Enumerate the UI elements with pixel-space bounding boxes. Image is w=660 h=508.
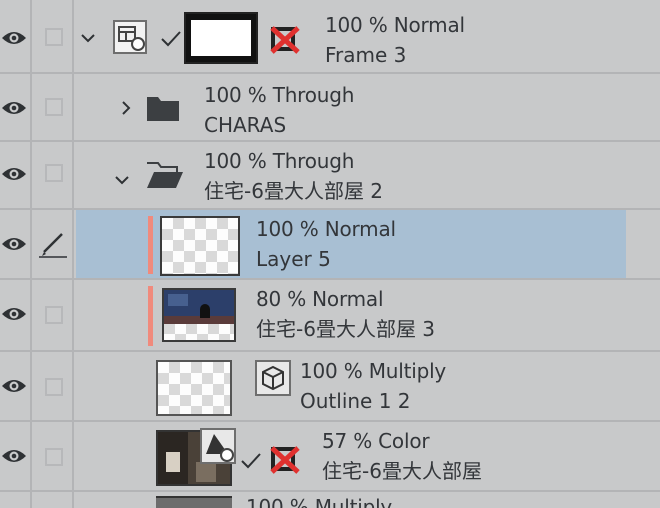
chevron-down-icon[interactable]: [114, 172, 130, 188]
eye-icon[interactable]: [0, 164, 28, 184]
pen-icon: [39, 233, 67, 258]
blend-mode-label: 80 % Normal: [256, 287, 384, 311]
layer-lock-checkbox[interactable]: [45, 164, 63, 182]
layer-text: 100 % Multiply Outline 1 2: [300, 356, 446, 416]
folder-open-icon: [147, 162, 183, 188]
blend-mode-label: 100 % Multiply: [300, 359, 447, 383]
blend-mode-label: 100 % Normal: [256, 217, 396, 241]
layer-text: 100 % Through CHARAS: [204, 80, 354, 140]
layer-name: 住宅-6畳大人部屋: [322, 459, 482, 483]
layer-lock-checkbox[interactable]: [45, 448, 63, 466]
layer-panel: 100 % Normal Frame 3 100 % Through CHARA…: [0, 0, 660, 508]
layer-row-folder-open[interactable]: 100 % Through 住宅-6畳大人部屋 2: [0, 142, 660, 210]
mask-disabled-icon[interactable]: [268, 444, 302, 476]
layer-row-partial[interactable]: 100 % Multiply: [0, 492, 660, 508]
3d-layer-icon: [200, 428, 236, 464]
layer-row-room-3[interactable]: 80 % Normal 住宅-6畳大人部屋 3: [0, 280, 660, 352]
layer-thumbnail: [162, 288, 236, 342]
blend-mode-label: 100 % Normal: [325, 13, 465, 37]
eye-icon[interactable]: [0, 98, 28, 118]
eye-icon[interactable]: [0, 446, 28, 466]
layer-text: 100 % Multiply: [246, 492, 392, 508]
layer-name: 住宅-6畳大人部屋 2: [204, 179, 384, 203]
layer-text: 100 % Through 住宅-6畳大人部屋 2: [204, 146, 383, 206]
layer-lock-checkbox[interactable]: [45, 98, 63, 116]
chevron-right-icon[interactable]: [118, 100, 134, 116]
layer-name: Layer 5: [256, 247, 331, 271]
layer-row-charas[interactable]: 100 % Through CHARAS: [0, 74, 660, 142]
layer-name: Frame 3: [325, 43, 407, 67]
checkmark-icon: [161, 31, 181, 47]
blend-mode-label: 100 % Through: [204, 149, 355, 173]
lock-column: [32, 492, 74, 508]
layer-lock-checkbox[interactable]: [45, 306, 63, 324]
visibility-column: [0, 492, 32, 508]
layer-text: 100 % Normal Layer 5: [256, 214, 396, 274]
layer-lock-checkbox[interactable]: [45, 28, 63, 46]
layer-thumbnail: [160, 216, 240, 276]
chevron-down-icon[interactable]: [80, 30, 96, 46]
folder-icon: [147, 97, 179, 121]
layer-color-bar: [148, 286, 153, 346]
layer-row-room[interactable]: 57 % Color 住宅-6畳大人部屋: [0, 422, 660, 492]
frame-thumbnail: [184, 12, 258, 64]
3d-layer-icon: [255, 360, 291, 396]
layer-text: 100 % Normal Frame 3: [325, 10, 465, 70]
layer-thumbnail: [156, 496, 232, 508]
blend-mode-label: 57 % Color: [322, 429, 430, 453]
layer-color-bar: [148, 216, 153, 274]
blend-mode-label: 100 % Multiply: [246, 495, 393, 508]
layer-name: 住宅-6畳大人部屋 3: [256, 317, 436, 341]
layer-row-frame-3[interactable]: 100 % Normal Frame 3: [0, 0, 660, 74]
mask-disabled-icon[interactable]: [268, 24, 302, 56]
layer-text: 57 % Color 住宅-6畳大人部屋: [322, 426, 482, 486]
eye-icon[interactable]: [0, 304, 28, 324]
layer-text: 80 % Normal 住宅-6畳大人部屋 3: [256, 284, 435, 344]
layer-row-layer-5[interactable]: 100 % Normal Layer 5: [0, 210, 660, 280]
eye-icon[interactable]: [0, 376, 28, 396]
eye-icon[interactable]: [0, 234, 28, 254]
layer-thumbnail: [156, 360, 232, 416]
layer-lock-checkbox[interactable]: [45, 378, 63, 396]
eye-icon[interactable]: [0, 28, 28, 48]
layer-name: Outline 1 2: [300, 389, 411, 413]
layer-row-outline[interactable]: 100 % Multiply Outline 1 2: [0, 352, 660, 422]
layer-name: CHARAS: [204, 113, 287, 137]
frame-folder-icon: [113, 20, 147, 54]
checkmark-icon: [241, 453, 261, 469]
blend-mode-label: 100 % Through: [204, 83, 355, 107]
